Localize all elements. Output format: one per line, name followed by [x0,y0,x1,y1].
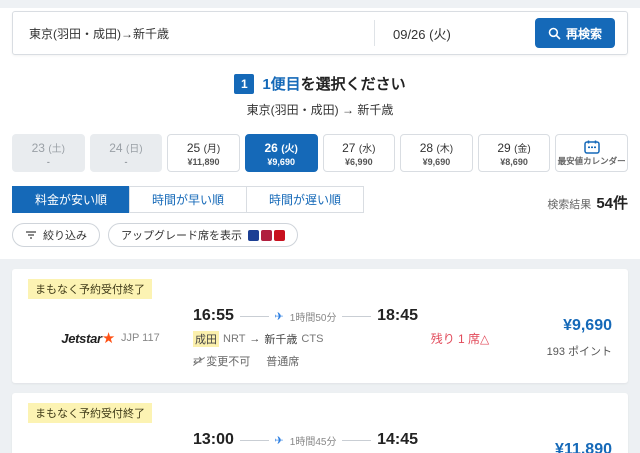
plane-icon: ✈ [274,434,284,447]
flight-times: 16:55 ✈ 1時間50分 18:45 [193,307,418,325]
date-tab-24: 24 (日) - [89,134,163,172]
step-title: 1便目を選択ください [262,73,405,94]
class-badge-red [274,229,285,241]
depart-time: 13:00 [193,431,234,448]
research-button-label: 再検索 [565,26,602,41]
cheapest-calendar-label: 最安値カレンダー [557,155,626,166]
date-tab-row: 23 (土) - 24 (日) - 25 (月) ¥11,890 26 (火) … [12,134,628,172]
change-policy: 変更不可 [206,356,251,368]
arrive-airport: 新千歳 [264,334,298,346]
research-button[interactable]: 再検索 [534,18,615,48]
depart-airport: 成田 [193,331,219,347]
step-header: 1 1便目を選択ください 東京(羽田・成田) → 新千歳 [0,73,640,118]
closing-soon-badge: まもなく予約受付終了 [28,279,152,299]
flight-number: JJP 117 [120,332,160,344]
no-change-icon: ⇄ [193,354,203,367]
results-label: 検索結果 [547,199,592,211]
arrive-code: CTS [301,333,324,345]
route-segment-line [342,439,372,441]
fare-price: ¥9,690 [563,317,612,334]
class-badge-blue [248,229,259,241]
filter-row: 絞り込み アップグレード席を表示 [12,223,628,247]
fare-price: ¥11,890 [555,441,612,453]
step-title-highlight: 1便目 [262,76,301,93]
page-top-strip [0,0,640,8]
upgrade-seats-toggle[interactable]: アップグレード席を表示 [108,223,298,247]
date-tab-27[interactable]: 27 (水) ¥6,990 [322,134,396,172]
seats-remaining: 残り 1 席△ [430,331,490,346]
sort-tab-time-late[interactable]: 時間が遅い順 [246,186,364,213]
depart-time: 16:55 [193,307,234,324]
date-tab-23: 23 (土) - [12,134,85,172]
search-summary-bar: 東京(羽田・成田)→新千歳 09/26 (火) 再検索 [12,11,628,55]
filter-button-label: 絞り込み [43,230,87,242]
upgrade-class-badges [248,229,285,241]
date-tab-28[interactable]: 28 (木) ¥9,690 [400,134,473,172]
arrive-time: 14:45 [377,431,418,448]
date-tab-29[interactable]: 29 (金) ¥8,690 [477,134,551,172]
flight-card-jjp113[interactable]: まもなく予約受付終了 Jetstar★ JJP 113 13:00 ✈ 1時間4… [12,393,628,453]
search-icon [548,27,561,40]
step-number-badge: 1 [234,73,255,94]
filter-button[interactable]: 絞り込み [12,223,100,247]
route-arrow: → [249,333,261,345]
price-block: ¥9,690 193 ポイント [502,317,612,359]
flight-duration: 1時間45分 [289,436,337,448]
flight-result-list: まもなく予約受付終了 Jetstar★ JJP 117 16:55 ✈ 1時間5… [0,259,640,453]
jetstar-star-icon: ★ [101,330,115,347]
upgrade-seats-label: アップグレード席を表示 [121,230,242,242]
jetstar-logo: Jetstar★ [61,330,115,347]
closing-soon-badge: まもなく予約受付終了 [28,403,152,423]
step-route: 東京(羽田・成田) → 新千歳 [246,103,394,117]
flight-times: 13:00 ✈ 1時間45分 14:45 [193,431,418,449]
step-title-rest: を選択ください [300,76,406,93]
route-segment-line [239,315,269,317]
points-earned: 193 ポイント [546,346,612,358]
cheapest-calendar-button[interactable]: 最安値カレンダー [555,134,628,172]
route-segment-line [239,439,269,441]
sort-tab-time-early[interactable]: 時間が早い順 [129,186,247,213]
flight-card-jjp117[interactable]: まもなく予約受付終了 Jetstar★ JJP 117 16:55 ✈ 1時間5… [12,269,628,383]
search-route-field[interactable]: 東京(羽田・成田)→新千歳 [13,25,374,42]
calendar-icon [583,140,600,154]
search-date-field[interactable]: 09/26 (火) [375,24,535,43]
results-count: 54件 [596,195,628,212]
arrive-time: 18:45 [377,307,418,324]
seat-class: 普通席 [266,356,300,368]
plane-icon: ✈ [274,310,284,323]
depart-code: NRT [223,333,246,345]
search-results-summary: 検索結果 54件 [547,192,628,213]
airline-logo-block: Jetstar★ JJP 117 [28,329,193,347]
sort-tab-price-asc[interactable]: 料金が安い順 [12,186,130,213]
price-block: ¥11,890 237 ポイント [502,441,612,453]
fare-conditions: ⇄ 変更不可 普通席 [193,353,418,369]
route-segment-line [342,315,372,317]
class-badge-crimson [261,229,272,241]
sort-row: 料金が安い順 時間が早い順 時間が遅い順 検索結果 54件 [12,186,628,213]
date-tab-26-selected[interactable]: 26 (火) ¥9,690 [244,134,318,172]
flight-route: 成田 NRT → 新千歳 CTS [193,331,418,347]
date-tab-25[interactable]: 25 (月) ¥11,890 [167,134,240,172]
flight-duration: 1時間50分 [289,312,337,324]
filter-icon [26,231,36,239]
